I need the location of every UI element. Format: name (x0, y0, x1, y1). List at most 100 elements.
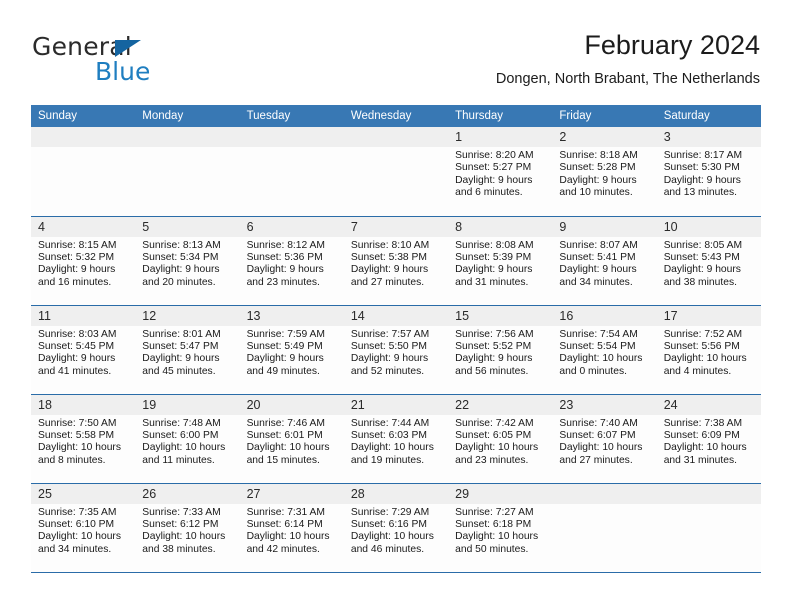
calendar-day-cell[interactable]: 12 Sunrise: 8:01 AM Sunset: 5:47 PM Dayligh… (135, 305, 240, 395)
calendar-day-cell[interactable]: 9 Sunrise: 8:07 AM Sunset: 5:41 PM Daylight… (552, 216, 657, 306)
sunrise-text: Sunrise: 7:54 AM (559, 328, 638, 340)
calendar-day-cell[interactable]: 18 Sunrise: 7:50 AM Sunset: 5:58 PM Dayligh… (31, 394, 136, 484)
daylight-text-line2: and 38 minutes. (663, 276, 737, 288)
sunset-text: Sunset: 5:39 PM (455, 251, 532, 263)
calendar-day-cell[interactable]: 5 Sunrise: 8:13 AM Sunset: 5:34 PM Daylight… (135, 216, 240, 306)
calendar-day-cell[interactable]: 13 Sunrise: 7:59 AM Sunset: 5:49 PM Dayligh… (239, 305, 344, 395)
daylight-text-line1: Daylight: 10 hours (559, 353, 643, 365)
sunset-text: Sunset: 5:49 PM (246, 340, 323, 352)
calendar-day-cell[interactable]: 16 Sunrise: 7:54 AM Sunset: 5:54 PM Dayligh… (552, 305, 657, 395)
day-number: 13 (239, 305, 344, 326)
daylight-text-line1: Daylight: 10 hours (246, 531, 330, 543)
sunset-text: Sunset: 5:45 PM (38, 340, 115, 352)
daylight-text-line1: Daylight: 9 hours (142, 264, 220, 276)
sunrise-text: Sunrise: 8:05 AM (663, 239, 743, 251)
blue-triangle-icon (115, 40, 141, 57)
calendar-day-cell[interactable]: 26 Sunrise: 7:33 AM Sunset: 6:12 PM Dayligh… (135, 483, 240, 573)
day-details: Sunrise: 7:38 AM Sunset: 6:09 PM Daylight:… (657, 415, 761, 468)
daylight-text-line1: Daylight: 9 hours (38, 264, 116, 276)
daylight-text-line1: Daylight: 9 hours (455, 174, 533, 186)
calendar-day-cell[interactable]: 25 Sunrise: 7:35 AM Sunset: 6:10 PM Dayligh… (31, 483, 136, 573)
daylight-text-line1: Daylight: 10 hours (142, 442, 226, 454)
sunset-text: Sunset: 6:10 PM (38, 518, 115, 530)
daylight-text-line2: and 16 minutes. (38, 276, 112, 288)
sunrise-text: Sunrise: 7:57 AM (350, 328, 430, 340)
calendar-day-cell[interactable]: 11 Sunrise: 8:03 AM Sunset: 5:45 PM Dayligh… (31, 305, 136, 395)
calendar-week-row: 18 Sunrise: 7:50 AM Sunset: 5:58 PM Dayligh… (31, 394, 761, 484)
day-number: 17 (656, 305, 761, 326)
day-details: Sunrise: 7:33 AM Sunset: 6:12 PM Daylight:… (135, 504, 239, 557)
sunrise-text: Sunrise: 7:59 AM (246, 328, 325, 340)
day-details: Sunrise: 8:03 AM Sunset: 5:45 PM Daylight:… (31, 326, 135, 379)
daylight-text-line1: Daylight: 9 hours (559, 174, 637, 186)
daylight-text-line2: and 15 minutes. (246, 454, 320, 466)
sunset-text: Sunset: 6:09 PM (663, 429, 740, 441)
page-header: General Blue February 2024 Dongen, North… (32, 28, 760, 100)
sunrise-text: Sunrise: 7:50 AM (38, 417, 117, 429)
sunrise-text: Sunrise: 8:15 AM (38, 239, 117, 251)
sunrise-text: Sunrise: 7:48 AM (142, 417, 221, 429)
sunrise-text: Sunrise: 7:31 AM (246, 506, 325, 518)
calendar-day-cell[interactable]: 19 Sunrise: 7:48 AM Sunset: 6:00 PM Dayligh… (135, 394, 240, 484)
sunset-text: Sunset: 6:03 PM (350, 429, 427, 441)
calendar-day-cell[interactable]: 27 Sunrise: 7:31 AM Sunset: 6:14 PM Dayligh… (239, 483, 344, 573)
sunrise-text: Sunrise: 7:44 AM (350, 417, 430, 429)
daylight-text-line1: Daylight: 10 hours (38, 442, 121, 454)
calendar-header-row: Sunday Monday Tuesday Wednesday Thursday… (31, 105, 761, 127)
day-details: Sunrise: 8:20 AM Sunset: 5:27 PM Daylight:… (448, 147, 552, 200)
calendar-day-cell[interactable]: 1 Sunrise: 8:20 AM Sunset: 5:27 PM Daylight… (448, 127, 553, 217)
daylight-text-line1: Daylight: 9 hours (455, 264, 533, 276)
daylight-text-line1: Daylight: 10 hours (350, 531, 434, 543)
day-details: Sunrise: 7:42 AM Sunset: 6:05 PM Daylight:… (448, 415, 552, 468)
day-number: 21 (343, 394, 449, 415)
month-calendar-table: Sunday Monday Tuesday Wednesday Thursday… (31, 105, 761, 573)
daylight-text-line1: Daylight: 9 hours (246, 264, 324, 276)
sunset-text: Sunset: 6:00 PM (142, 429, 219, 441)
calendar-day-cell[interactable]: 10 Sunrise: 8:05 AM Sunset: 5:43 PM Dayligh… (656, 216, 761, 306)
calendar-day-cell[interactable]: 3 Sunrise: 8:17 AM Sunset: 5:30 PM Daylight… (656, 127, 761, 217)
day-details: Sunrise: 8:18 AM Sunset: 5:28 PM Daylight:… (552, 147, 656, 200)
daylight-text-line2: and 34 minutes. (38, 543, 112, 555)
sunset-text: Sunset: 5:28 PM (559, 162, 636, 174)
sunset-text: Sunset: 5:52 PM (455, 340, 532, 352)
calendar-day-cell[interactable]: 2 Sunrise: 8:18 AM Sunset: 5:28 PM Daylight… (552, 127, 657, 217)
calendar-day-cell[interactable]: 8 Sunrise: 8:08 AM Sunset: 5:39 PM Daylight… (448, 216, 553, 306)
calendar-day-cell-empty (31, 127, 136, 217)
calendar-day-cell[interactable]: 21 Sunrise: 7:44 AM Sunset: 6:03 PM Dayligh… (343, 394, 449, 484)
day-number (239, 127, 344, 147)
calendar-week-row: 4 Sunrise: 8:15 AM Sunset: 5:32 PM Daylight… (31, 216, 761, 306)
sunrise-text: Sunrise: 8:07 AM (559, 239, 638, 251)
day-details: Sunrise: 7:35 AM Sunset: 6:10 PM Daylight:… (31, 504, 135, 557)
day-number: 19 (135, 394, 240, 415)
sunrise-text: Sunrise: 7:52 AM (663, 328, 743, 340)
weekday-header-sunday: Sunday (31, 105, 136, 127)
calendar-day-cell[interactable]: 24 Sunrise: 7:38 AM Sunset: 6:09 PM Dayligh… (656, 394, 761, 484)
calendar-day-cell[interactable]: 23 Sunrise: 7:40 AM Sunset: 6:07 PM Dayligh… (552, 394, 657, 484)
calendar-day-cell[interactable]: 20 Sunrise: 7:46 AM Sunset: 6:01 PM Dayligh… (239, 394, 344, 484)
calendar-day-cell[interactable]: 28 Sunrise: 7:29 AM Sunset: 6:16 PM Dayligh… (343, 483, 449, 573)
daylight-text-line1: Daylight: 9 hours (246, 353, 324, 365)
day-details: Sunrise: 8:01 AM Sunset: 5:47 PM Daylight:… (135, 326, 239, 379)
daylight-text-line2: and 49 minutes. (246, 365, 320, 377)
day-details: Sunrise: 8:08 AM Sunset: 5:39 PM Daylight:… (448, 237, 552, 290)
daylight-text-line2: and 20 minutes. (142, 276, 216, 288)
calendar-day-cell[interactable]: 6 Sunrise: 8:12 AM Sunset: 5:36 PM Daylight… (239, 216, 344, 306)
calendar-day-cell[interactable]: 7 Sunrise: 8:10 AM Sunset: 5:38 PM Daylight… (343, 216, 449, 306)
calendar-day-cell[interactable]: 15 Sunrise: 7:56 AM Sunset: 5:52 PM Dayligh… (448, 305, 553, 395)
daylight-text-line2: and 34 minutes. (559, 276, 633, 288)
calendar-day-cell[interactable]: 14 Sunrise: 7:57 AM Sunset: 5:50 PM Dayligh… (343, 305, 449, 395)
sunset-text: Sunset: 5:27 PM (455, 162, 532, 174)
daylight-text-line2: and 41 minutes. (38, 365, 112, 377)
day-details: Sunrise: 7:50 AM Sunset: 5:58 PM Daylight:… (31, 415, 135, 468)
daylight-text-line2: and 4 minutes. (663, 365, 732, 377)
sunrise-text: Sunrise: 7:35 AM (38, 506, 117, 518)
calendar-day-cell[interactable]: 4 Sunrise: 8:15 AM Sunset: 5:32 PM Daylight… (31, 216, 136, 306)
daylight-text-line1: Daylight: 10 hours (38, 531, 121, 543)
calendar-day-cell[interactable]: 22 Sunrise: 7:42 AM Sunset: 6:05 PM Dayligh… (448, 394, 553, 484)
sunrise-text: Sunrise: 8:13 AM (142, 239, 221, 251)
page-title: February 2024 (584, 30, 760, 60)
calendar-day-cell[interactable]: 17 Sunrise: 7:52 AM Sunset: 5:56 PM Dayligh… (656, 305, 761, 395)
calendar-day-cell[interactable]: 29 Sunrise: 7:27 AM Sunset: 6:18 PM Dayligh… (448, 483, 553, 573)
day-details: Sunrise: 7:31 AM Sunset: 6:14 PM Daylight:… (240, 504, 344, 557)
daylight-text-line1: Daylight: 9 hours (38, 353, 116, 365)
